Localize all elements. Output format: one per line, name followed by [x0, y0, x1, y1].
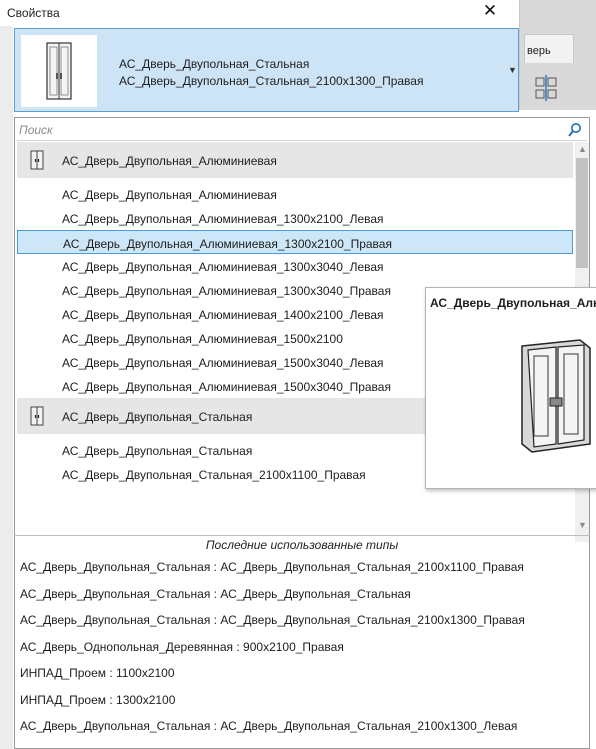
list-item[interactable]: АС_Дверь_Двупольная_Алюминиевая_1300x210… — [17, 206, 573, 230]
recent-type-item[interactable]: АС_Дверь_Двупольная_Стальная : АС_Дверь_… — [20, 715, 590, 737]
preview-title: АС_Дверь_Двупольная_Алюминиевая — [430, 296, 596, 310]
recent-type-label: ИНПАД_Проем : 1100x2100 — [20, 666, 175, 680]
list-item-label: АС_Дверь_Двупольная_Алюминиевая_1300x304… — [62, 284, 391, 298]
list-item-label: АС_Дверь_Двупольная_Алюминиевая_1300x210… — [62, 212, 384, 226]
recent-type-label: АС_Дверь_Однопольная_Деревянная : 900x21… — [20, 639, 344, 654]
list-item-label: АС_Дверь_Двупольная_Алюминиевая_1300x304… — [62, 260, 384, 274]
list-group-header[interactable]: АС_Дверь_Двупольная_Алюминиевая — [17, 142, 573, 178]
chevron-down-icon[interactable]: ▼ — [508, 65, 517, 75]
list-item-label: АС_Дверь_Двупольная_Стальная — [62, 410, 253, 424]
recent-types-title: Последние использованные типы — [205, 538, 399, 552]
double-door-preview-icon — [521, 339, 591, 453]
ribbon-tab-label: верь — [527, 45, 551, 57]
list-item-label: АС_Дверь_Двупольная_Алюминиевая — [62, 154, 277, 168]
recent-type-label: АС_Дверь_Двупольная_Стальная : АС_Дверь_… — [20, 613, 525, 627]
recent-type-item[interactable]: ИНПАД_Проем : 1100x2100 — [20, 662, 590, 684]
recent-type-item[interactable]: АС_Дверь_Однопольная_Деревянная : 900x21… — [20, 636, 590, 658]
window-title: Свойства — [7, 6, 60, 20]
list-item-label: АС_Дверь_Двупольная_Алюминиевая_1500x304… — [62, 356, 384, 370]
scroll-up-icon[interactable]: ▲ — [578, 144, 587, 154]
door-family-icon — [30, 406, 44, 426]
align-tool-icon[interactable] — [534, 75, 564, 101]
list-item-label: АС_Дверь_Двупольная_Алюминиевая_1500x210… — [62, 332, 343, 346]
search-icon[interactable] — [567, 122, 583, 138]
scrollbar-thumb[interactable] — [576, 158, 588, 268]
type-name-label: АС_Дверь_Двупольная_Стальная_2100x1300_П… — [119, 74, 424, 88]
recent-type-item[interactable]: ИНПАД_Проем : 1300x2100 — [20, 689, 590, 711]
ribbon-strip: верь — [519, 0, 596, 110]
type-family-label: АС_Дверь_Двупольная_Стальная — [119, 57, 310, 71]
recent-type-label: АС_Дверь_Двупольная_Стальная : АС_Дверь_… — [20, 560, 524, 574]
type-thumbnail — [21, 35, 97, 107]
ribbon-tab[interactable]: верь — [524, 34, 574, 63]
search-input[interactable]: Поиск — [17, 120, 587, 141]
type-preview-tooltip: АС_Дверь_Двупольная_Алюминиевая — [425, 287, 596, 489]
recent-type-label: ИНПАД_Проем : 1300x2100 — [20, 692, 176, 707]
scroll-down-icon[interactable]: ▼ — [578, 520, 587, 530]
properties-titlebar: Свойства ✕ — [0, 0, 596, 26]
door-thumbnail-icon — [46, 42, 72, 100]
list-item-label: АС_Дверь_Двупольная_Алюминиевая_1400x210… — [62, 308, 384, 322]
recent-type-item[interactable]: АС_Дверь_Двупольная_Стальная : АС_Дверь_… — [20, 583, 590, 605]
list-item-label: АС_Дверь_Двупольная_Стальная — [62, 444, 253, 458]
list-item[interactable]: АС_Дверь_Двупольная_Алюминиевая_1300x304… — [17, 254, 573, 278]
close-icon[interactable]: ✕ — [481, 2, 499, 20]
left-edge-panel — [0, 26, 13, 749]
list-item-label: АС_Дверь_Двупольная_Стальная_2100x1100_П… — [62, 468, 366, 482]
recent-type-label: АС_Дверь_Двупольная_Стальная : АС_Дверь_… — [20, 719, 518, 733]
search-placeholder: Поиск — [19, 123, 53, 137]
list-item-label: АС_Дверь_Двупольная_Алюминиевая — [62, 188, 277, 202]
recent-types-header: Последние использованные типы — [14, 535, 590, 554]
recent-type-item[interactable]: АС_Дверь_Двупольная_Стальная : АС_Дверь_… — [20, 556, 590, 578]
list-item-label: АС_Дверь_Двупольная_Алюминиевая_1500x304… — [62, 380, 391, 394]
list-item-label: АС_Дверь_Двупольная_Алюминиевая_1300x210… — [63, 237, 392, 251]
recent-type-label: АС_Дверь_Двупольная_Стальная : АС_Дверь_… — [20, 586, 411, 601]
recent-type-item[interactable]: АС_Дверь_Двупольная_Стальная : АС_Дверь_… — [20, 609, 590, 631]
list-item[interactable]: АС_Дверь_Двупольная_Алюминиевая — [17, 182, 573, 206]
type-selector[interactable]: АС_Дверь_Двупольная_Стальная АС_Дверь_Дв… — [14, 28, 519, 112]
list-item[interactable]: АС_Дверь_Двупольная_Алюминиевая_1300x210… — [17, 230, 573, 254]
door-family-icon — [30, 150, 44, 170]
